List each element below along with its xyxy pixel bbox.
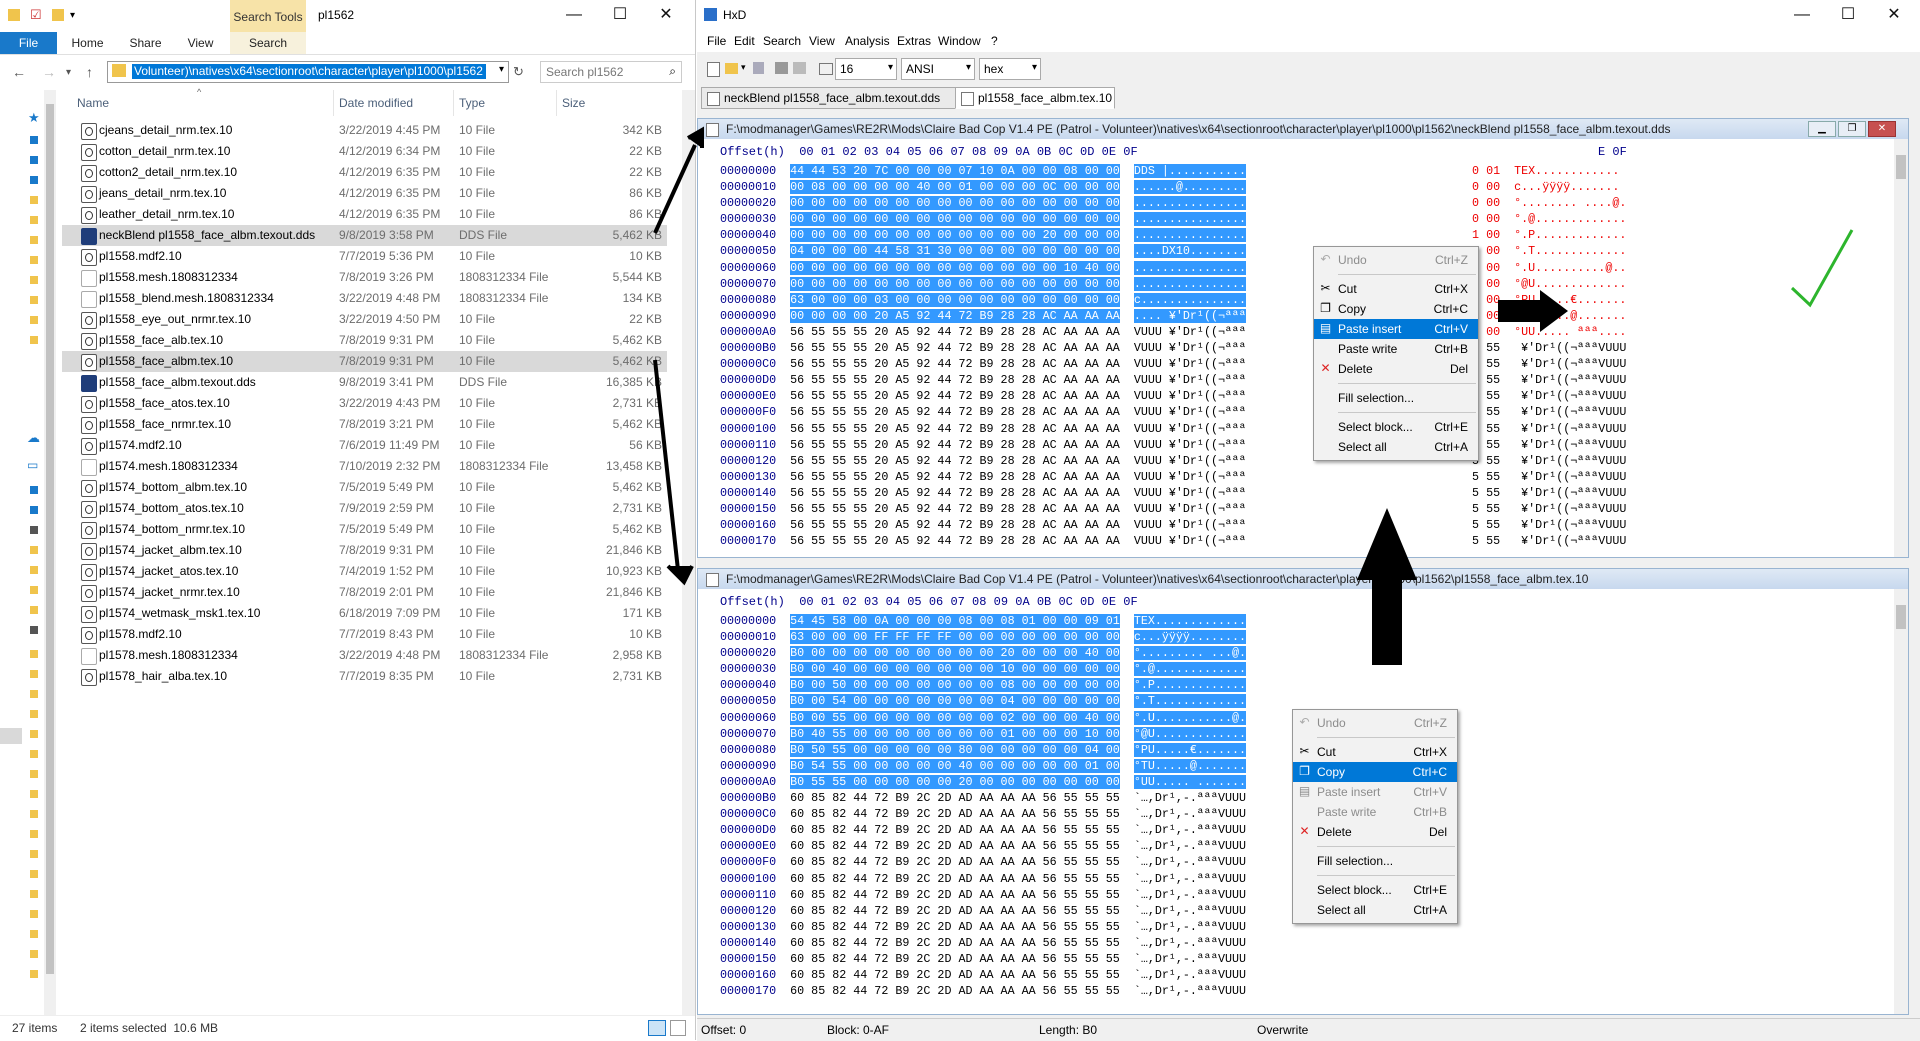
arrow-up-annotation [1357,508,1417,665]
arrow-top-annotation [653,126,704,234]
arrow-right-annotation [1498,290,1568,332]
annotation-overlay [653,126,1854,665]
arrow-bottom-annotation [653,359,694,586]
checkmark-icon [1790,229,1854,308]
